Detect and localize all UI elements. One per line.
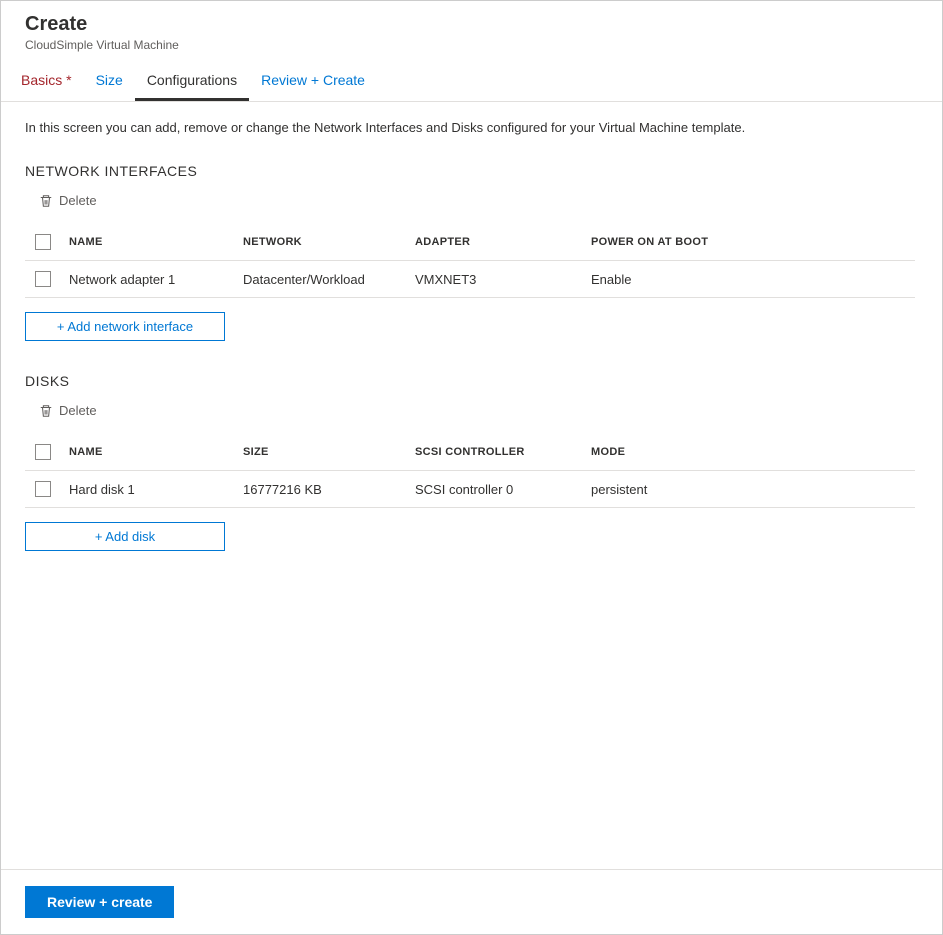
- disks-col-size: SIZE: [243, 446, 415, 458]
- network-row-adapter: VMXNET3: [415, 272, 591, 287]
- disks-table: NAME SIZE SCSI CONTROLLER MODE Hard disk…: [25, 434, 915, 508]
- disks-section-title: DISKS: [25, 373, 918, 389]
- network-col-network: NETWORK: [243, 236, 415, 248]
- tab-size[interactable]: Size: [84, 62, 135, 101]
- page-title: Create: [25, 13, 918, 36]
- disks-delete-button[interactable]: Delete: [25, 403, 918, 418]
- network-row-checkbox[interactable]: [35, 271, 51, 287]
- page-subtitle: CloudSimple Virtual Machine: [25, 38, 918, 52]
- disks-col-mode: MODE: [591, 446, 791, 458]
- network-delete-label: Delete: [59, 193, 97, 208]
- network-col-name: NAME: [69, 236, 243, 248]
- add-disk-button[interactable]: + Add disk: [25, 522, 225, 551]
- disks-col-controller: SCSI CONTROLLER: [415, 446, 591, 458]
- table-row[interactable]: Network adapter 1 Datacenter/Workload VM…: [25, 261, 915, 298]
- disks-delete-label: Delete: [59, 403, 97, 418]
- disks-row-controller: SCSI controller 0: [415, 482, 591, 497]
- network-table: NAME NETWORK ADAPTER POWER ON AT BOOT Ne…: [25, 224, 915, 298]
- disks-row-name: Hard disk 1: [69, 482, 243, 497]
- table-row[interactable]: Hard disk 1 16777216 KB SCSI controller …: [25, 471, 915, 508]
- network-col-power: POWER ON AT BOOT: [591, 236, 791, 248]
- disks-table-header: NAME SIZE SCSI CONTROLLER MODE: [25, 434, 915, 471]
- tab-basics[interactable]: Basics: [9, 62, 84, 101]
- disks-row-checkbox[interactable]: [35, 481, 51, 497]
- disks-select-all-checkbox[interactable]: [35, 444, 51, 460]
- network-row-name: Network adapter 1: [69, 272, 243, 287]
- footer-bar: Review + create: [1, 869, 942, 934]
- review-create-button[interactable]: Review + create: [25, 886, 174, 918]
- disks-row-size: 16777216 KB: [243, 482, 415, 497]
- network-col-adapter: ADAPTER: [415, 236, 591, 248]
- network-select-all-checkbox[interactable]: [35, 234, 51, 250]
- network-section-title: NETWORK INTERFACES: [25, 163, 918, 179]
- network-row-network: Datacenter/Workload: [243, 272, 415, 287]
- trash-icon: [39, 404, 53, 418]
- disks-row-mode: persistent: [591, 482, 791, 497]
- screen-description: In this screen you can add, remove or ch…: [25, 120, 918, 135]
- network-delete-button[interactable]: Delete: [25, 193, 918, 208]
- add-network-interface-button[interactable]: + Add network interface: [25, 312, 225, 341]
- content-area: In this screen you can add, remove or ch…: [1, 102, 942, 869]
- disks-col-name: NAME: [69, 446, 243, 458]
- tab-configurations[interactable]: Configurations: [135, 62, 249, 101]
- network-table-header: NAME NETWORK ADAPTER POWER ON AT BOOT: [25, 224, 915, 261]
- network-row-power: Enable: [591, 272, 791, 287]
- tab-bar: Basics Size Configurations Review + Crea…: [1, 62, 942, 102]
- page-header: Create CloudSimple Virtual Machine: [1, 1, 942, 62]
- tab-review[interactable]: Review + Create: [249, 62, 377, 101]
- trash-icon: [39, 194, 53, 208]
